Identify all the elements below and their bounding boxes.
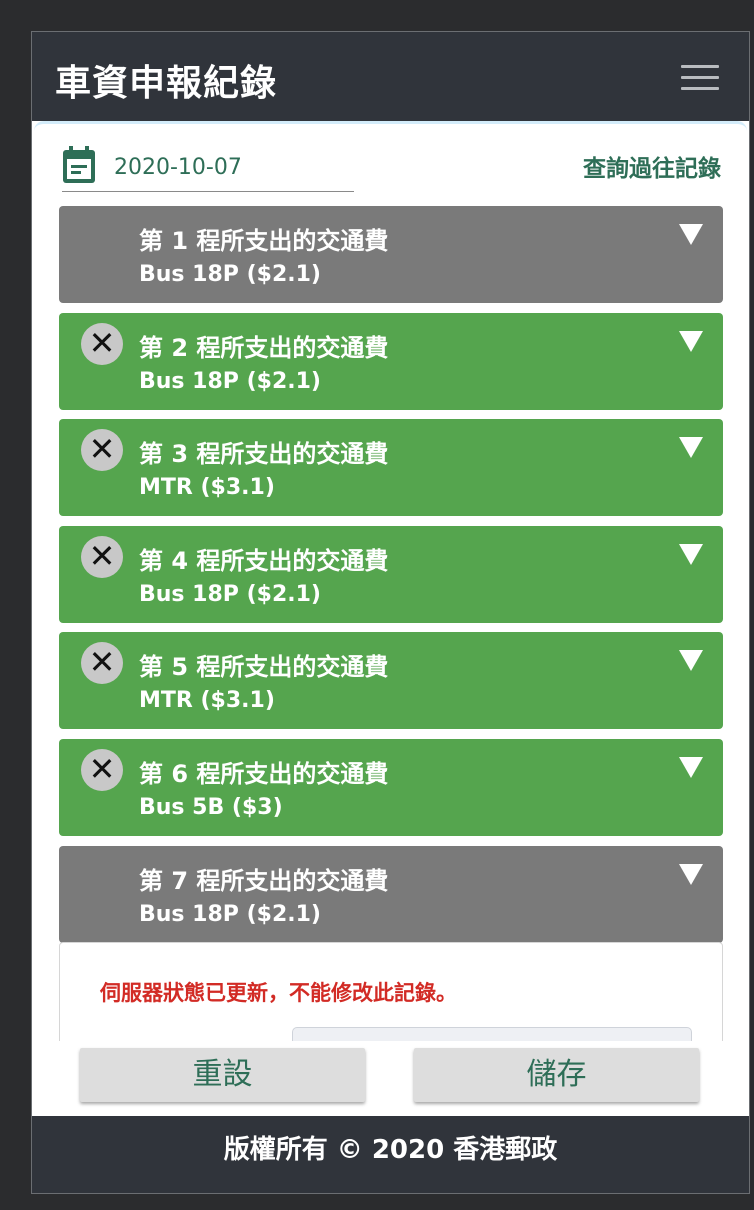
calendar-icon xyxy=(63,146,95,183)
date-value: 2020-10-07 xyxy=(114,155,242,180)
trip-title: 第 1 程所支出的交通費 xyxy=(139,227,389,255)
expand-arrow-icon[interactable] xyxy=(679,863,703,885)
trip-title: 第 4 程所支出的交通費 xyxy=(139,546,389,575)
reset-button[interactable]: 重設 xyxy=(80,1048,365,1102)
expand-arrow-icon[interactable] xyxy=(679,330,703,352)
trip-title: 第 3 程所支出的交通費 xyxy=(139,440,389,469)
history-records-link[interactable]: 查詢過往記錄 xyxy=(583,149,721,183)
action-bar: 重設 儲存 xyxy=(32,1041,749,1116)
trip-card[interactable]: 第 7 程所支出的交通費 Bus 18P ($2.1) xyxy=(59,845,723,943)
trip-card[interactable]: ✕ 第 3 程所支出的交通費 MTR ($3.1) xyxy=(59,419,723,517)
trip-fare: Bus 18P ($2.1) xyxy=(139,901,321,927)
hamburger-menu-icon[interactable] xyxy=(681,62,719,92)
trip-title: 第 7 程所支出的交通費 xyxy=(139,866,389,895)
remove-trip-icon[interactable]: ✕ xyxy=(81,322,123,365)
app-frame: 車資申報紀錄 2020-10-07 查詢過往記錄 第 1 程所支出的交通費 Bus… xyxy=(31,31,750,1194)
save-button[interactable]: 儲存 xyxy=(414,1048,699,1102)
trip-title: 第 2 程所支出的交通費 xyxy=(139,333,389,362)
expand-arrow-icon[interactable] xyxy=(679,224,703,245)
trip-card[interactable]: 第 1 程所支出的交通費 Bus 18P ($2.1) xyxy=(59,206,723,303)
remove-trip-icon[interactable]: ✕ xyxy=(81,749,123,791)
trip-fare: MTR ($3.1) xyxy=(139,475,275,501)
page-title: 車資申報紀錄 xyxy=(55,63,278,104)
trip-fare: Bus 18P ($2.1) xyxy=(139,262,321,287)
remove-trip-icon[interactable]: ✕ xyxy=(81,429,123,472)
trip-card[interactable]: ✕ 第 4 程所支出的交通費 Bus 18P ($2.1) xyxy=(59,525,723,623)
trip-title: 第 5 程所支出的交通費 xyxy=(139,653,389,682)
trip-title: 第 6 程所支出的交通費 xyxy=(139,760,389,788)
expand-arrow-icon[interactable] xyxy=(679,650,703,672)
trip-fare: Bus 5B ($3) xyxy=(139,795,283,820)
trip-fare: Bus 18P ($2.1) xyxy=(139,581,321,607)
trip-fare: MTR ($3.1) xyxy=(139,688,275,714)
trip-card[interactable]: ✕ 第 5 程所支出的交通費 MTR ($3.1) xyxy=(59,632,723,730)
copyright-footer: 版權所有 © 2020 香港郵政 xyxy=(32,1116,749,1193)
expand-arrow-icon[interactable] xyxy=(679,757,703,778)
trip-card[interactable]: ✕ 第 6 程所支出的交通費 Bus 5B ($3) xyxy=(59,739,723,836)
app-header: 車資申報紀錄 xyxy=(32,32,749,121)
remove-trip-icon[interactable]: ✕ xyxy=(81,535,123,578)
error-message: 伺服器狀態已更新，不能修改此記錄。 xyxy=(100,981,457,1005)
trip-card[interactable]: ✕ 第 2 程所支出的交通費 Bus 18P ($2.1) xyxy=(59,312,723,410)
date-picker[interactable]: 2020-10-07 xyxy=(62,144,354,192)
remove-trip-icon[interactable]: ✕ xyxy=(81,642,123,685)
expand-arrow-icon[interactable] xyxy=(679,437,703,459)
trip-fare: Bus 18P ($2.1) xyxy=(139,368,321,394)
main-content: 2020-10-07 查詢過往記錄 第 1 程所支出的交通費 Bus 18P ($… xyxy=(34,121,747,1067)
expand-arrow-icon[interactable] xyxy=(679,543,703,565)
trip-detail-panel: 伺服器狀態已更新，不能修改此記錄。 xyxy=(59,942,723,1067)
